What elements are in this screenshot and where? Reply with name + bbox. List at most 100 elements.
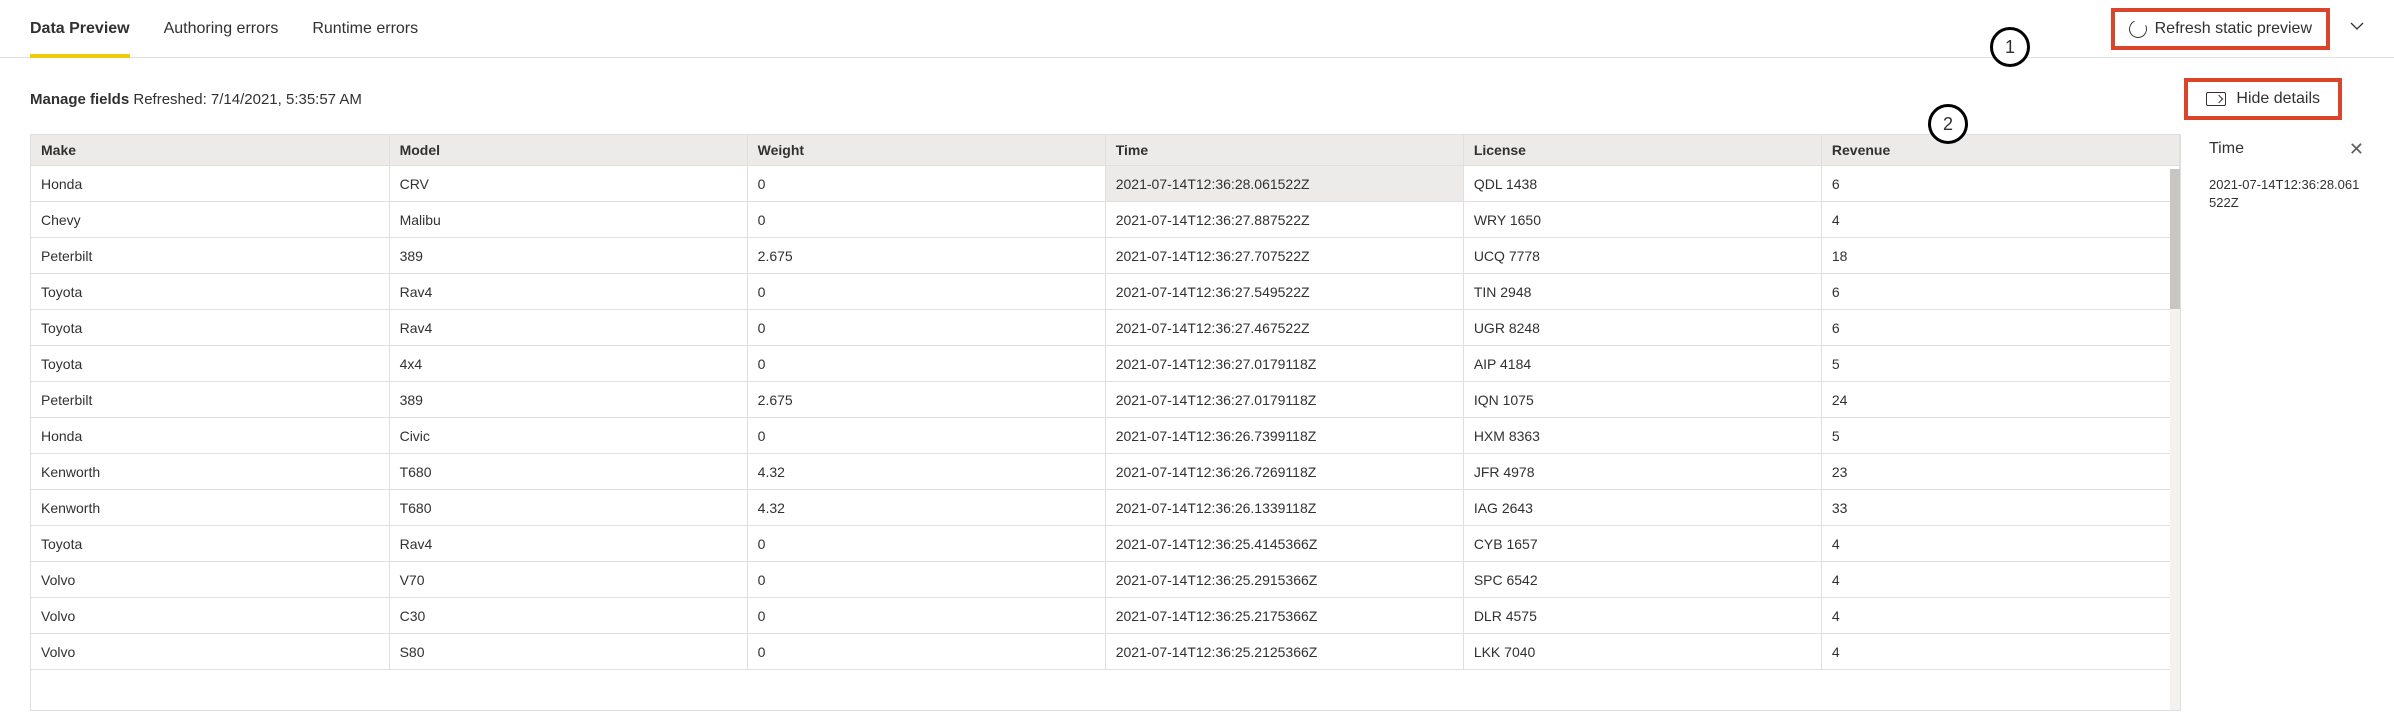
cell-revenue[interactable]: 4 [1821,202,2179,238]
cell-revenue[interactable]: 6 [1821,166,2179,202]
cell-time[interactable]: 2021-07-14T12:36:27.0179118Z [1105,382,1463,418]
scrollbar-track[interactable] [2170,169,2180,710]
table-row[interactable]: HondaCRV02021-07-14T12:36:28.061522ZQDL … [31,166,2180,202]
cell-make[interactable]: Honda [31,418,389,454]
cell-weight[interactable]: 0 [747,526,1105,562]
table-row[interactable]: KenworthT6804.322021-07-14T12:36:26.7269… [31,454,2180,490]
col-header-weight[interactable]: Weight [747,135,1105,166]
cell-revenue[interactable]: 4 [1821,634,2179,670]
cell-weight[interactable]: 0 [747,202,1105,238]
close-icon[interactable]: ✕ [2349,140,2364,158]
table-row[interactable]: VolvoS8002021-07-14T12:36:25.2125366ZLKK… [31,634,2180,670]
chevron-down-icon[interactable] [2340,13,2374,44]
table-row[interactable]: ToyotaRav402021-07-14T12:36:25.4145366ZC… [31,526,2180,562]
col-header-license[interactable]: License [1463,135,1821,166]
cell-license[interactable]: SPC 6542 [1463,562,1821,598]
cell-revenue[interactable]: 24 [1821,382,2179,418]
cell-make[interactable]: Honda [31,166,389,202]
cell-make[interactable]: Toyota [31,310,389,346]
table-row[interactable]: ToyotaRav402021-07-14T12:36:27.549522ZTI… [31,274,2180,310]
tab-data-preview[interactable]: Data Preview [30,0,130,57]
cell-weight[interactable]: 2.675 [747,382,1105,418]
cell-license[interactable]: IQN 1075 [1463,382,1821,418]
tab-authoring-errors[interactable]: Authoring errors [164,0,279,57]
cell-weight[interactable]: 2.675 [747,238,1105,274]
col-header-model[interactable]: Model [389,135,747,166]
cell-revenue[interactable]: 4 [1821,562,2179,598]
cell-license[interactable]: AIP 4184 [1463,346,1821,382]
cell-weight[interactable]: 4.32 [747,454,1105,490]
cell-model[interactable]: CRV [389,166,747,202]
col-header-revenue[interactable]: Revenue [1821,135,2179,166]
cell-revenue[interactable]: 23 [1821,454,2179,490]
cell-weight[interactable]: 0 [747,598,1105,634]
cell-make[interactable]: Kenworth [31,490,389,526]
cell-weight[interactable]: 0 [747,418,1105,454]
cell-time[interactable]: 2021-07-14T12:36:27.549522Z [1105,274,1463,310]
cell-time[interactable]: 2021-07-14T12:36:25.4145366Z [1105,526,1463,562]
table-row[interactable]: Peterbilt3892.6752021-07-14T12:36:27.707… [31,238,2180,274]
refresh-static-preview-button[interactable]: Refresh static preview [2111,8,2330,50]
cell-make[interactable]: Toyota [31,274,389,310]
cell-time[interactable]: 2021-07-14T12:36:27.707522Z [1105,238,1463,274]
cell-weight[interactable]: 0 [747,274,1105,310]
cell-make[interactable]: Chevy [31,202,389,238]
cell-make[interactable]: Volvo [31,562,389,598]
cell-time[interactable]: 2021-07-14T12:36:26.1339118Z [1105,490,1463,526]
cell-model[interactable]: C30 [389,598,747,634]
cell-weight[interactable]: 0 [747,562,1105,598]
cell-revenue[interactable]: 5 [1821,418,2179,454]
cell-time[interactable]: 2021-07-14T12:36:25.2125366Z [1105,634,1463,670]
cell-revenue[interactable]: 18 [1821,238,2179,274]
cell-license[interactable]: IAG 2643 [1463,490,1821,526]
cell-model[interactable]: 389 [389,382,747,418]
cell-model[interactable]: Malibu [389,202,747,238]
cell-make[interactable]: Peterbilt [31,238,389,274]
cell-license[interactable]: JFR 4978 [1463,454,1821,490]
cell-time[interactable]: 2021-07-14T12:36:27.0179118Z [1105,346,1463,382]
cell-time[interactable]: 2021-07-14T12:36:25.2915366Z [1105,562,1463,598]
cell-time[interactable]: 2021-07-14T12:36:27.467522Z [1105,310,1463,346]
cell-make[interactable]: Toyota [31,526,389,562]
cell-make[interactable]: Volvo [31,634,389,670]
cell-make[interactable]: Toyota [31,346,389,382]
cell-revenue[interactable]: 6 [1821,310,2179,346]
cell-license[interactable]: WRY 1650 [1463,202,1821,238]
table-row[interactable]: VolvoC3002021-07-14T12:36:25.2175366ZDLR… [31,598,2180,634]
cell-time[interactable]: 2021-07-14T12:36:27.887522Z [1105,202,1463,238]
cell-license[interactable]: DLR 4575 [1463,598,1821,634]
cell-model[interactable]: Rav4 [389,310,747,346]
cell-weight[interactable]: 0 [747,166,1105,202]
table-row[interactable]: ToyotaRav402021-07-14T12:36:27.467522ZUG… [31,310,2180,346]
cell-revenue[interactable]: 33 [1821,490,2179,526]
col-header-time[interactable]: Time [1105,135,1463,166]
cell-time[interactable]: 2021-07-14T12:36:26.7399118Z [1105,418,1463,454]
cell-license[interactable]: CYB 1657 [1463,526,1821,562]
cell-make[interactable]: Kenworth [31,454,389,490]
cell-weight[interactable]: 4.32 [747,490,1105,526]
scrollbar-thumb[interactable] [2170,169,2180,309]
cell-model[interactable]: S80 [389,634,747,670]
cell-model[interactable]: T680 [389,454,747,490]
cell-revenue[interactable]: 5 [1821,346,2179,382]
table-row[interactable]: Toyota4x402021-07-14T12:36:27.0179118ZAI… [31,346,2180,382]
cell-license[interactable]: TIN 2948 [1463,274,1821,310]
cell-model[interactable]: 389 [389,238,747,274]
col-header-make[interactable]: Make [31,135,389,166]
cell-weight[interactable]: 0 [747,634,1105,670]
tab-runtime-errors[interactable]: Runtime errors [312,0,418,57]
table-row[interactable]: VolvoV7002021-07-14T12:36:25.2915366ZSPC… [31,562,2180,598]
cell-model[interactable]: V70 [389,562,747,598]
table-row[interactable]: ChevyMalibu02021-07-14T12:36:27.887522ZW… [31,202,2180,238]
hide-details-button[interactable]: Hide details [2184,78,2342,120]
table-row[interactable]: Peterbilt3892.6752021-07-14T12:36:27.017… [31,382,2180,418]
cell-weight[interactable]: 0 [747,346,1105,382]
cell-weight[interactable]: 0 [747,310,1105,346]
cell-license[interactable]: UGR 8248 [1463,310,1821,346]
cell-model[interactable]: Rav4 [389,274,747,310]
cell-license[interactable]: QDL 1438 [1463,166,1821,202]
cell-revenue[interactable]: 4 [1821,526,2179,562]
cell-make[interactable]: Volvo [31,598,389,634]
cell-license[interactable]: HXM 8363 [1463,418,1821,454]
cell-model[interactable]: Civic [389,418,747,454]
